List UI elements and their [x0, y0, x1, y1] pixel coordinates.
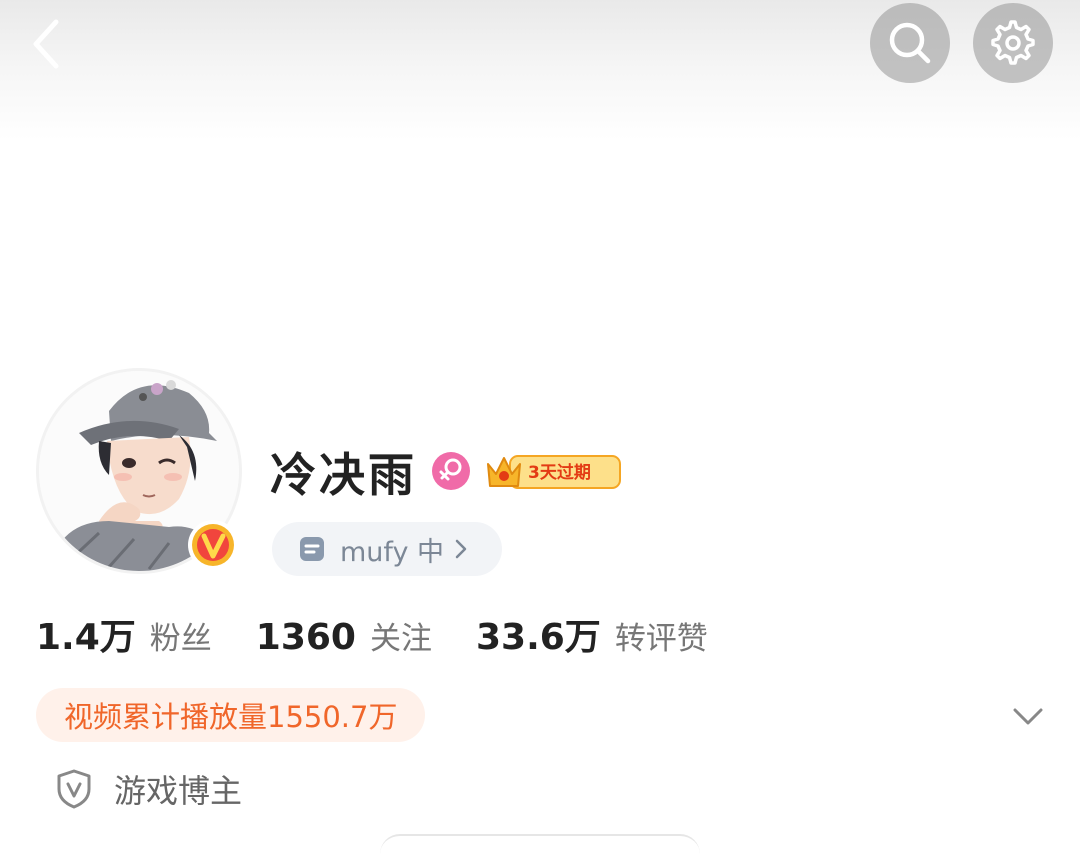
settings-button[interactable] [973, 3, 1053, 83]
note-icon [300, 537, 324, 561]
video-play-count-pill[interactable]: 视频累计播放量1550.7万 [36, 688, 426, 742]
tag-text: mufy 中 [340, 536, 445, 568]
stat-followers[interactable]: 1.4万 粉丝 [36, 608, 212, 660]
v-badge-icon [188, 520, 238, 570]
stat-number: 1.4万 [36, 617, 136, 658]
stat-number: 33.6万 [475, 617, 601, 658]
search-icon [889, 22, 931, 64]
gear-icon [991, 20, 1035, 65]
chevron-left-icon [33, 19, 59, 69]
stat-interactions[interactable]: 33.6万 转评赞 [476, 608, 708, 660]
profile-name: 冷决雨 [270, 448, 417, 502]
stat-label: 关注 [369, 621, 432, 657]
shield-icon [57, 769, 91, 809]
category-row[interactable]: 游戏博主 [56, 764, 242, 814]
tag-pill[interactable]: mufy 中 [272, 522, 502, 576]
search-button[interactable] [870, 3, 950, 83]
vip-expiry-text: 3天过期 [528, 463, 591, 483]
avatar-container [36, 368, 242, 574]
vip-badge[interactable]: 3天过期 [484, 452, 622, 492]
stat-label: 转评赞 [614, 621, 708, 657]
category-text: 游戏博主 [114, 772, 243, 810]
stats-row: 1.4万 粉丝 1360 关注 33.6万 转评赞 [36, 608, 708, 660]
stat-label: 粉丝 [149, 621, 212, 657]
bottom-card-edge [380, 834, 700, 856]
chevron-right-icon [455, 539, 467, 559]
chevron-down-icon[interactable] [1010, 698, 1046, 734]
stat-number: 1360 [255, 617, 356, 658]
back-button[interactable] [18, 16, 74, 72]
female-icon [432, 452, 470, 490]
stat-following[interactable]: 1360 关注 [256, 613, 432, 658]
